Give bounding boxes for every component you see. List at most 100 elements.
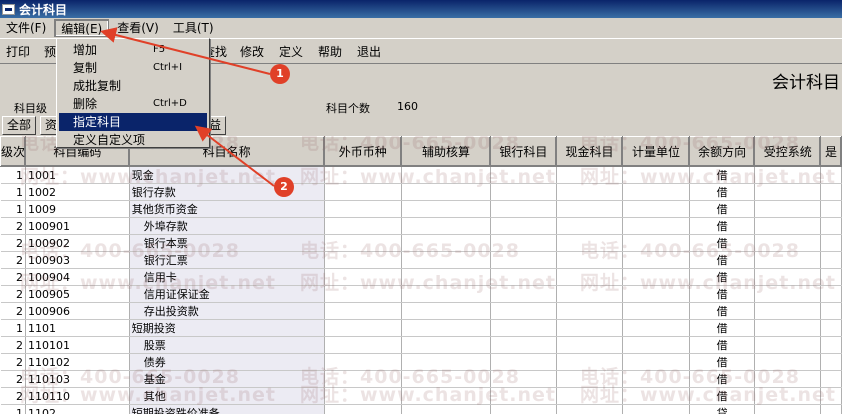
cell-direction[interactable]: 借 <box>689 336 756 354</box>
cell-level[interactable]: 2 <box>0 217 27 235</box>
cell-bank[interactable] <box>490 387 557 405</box>
cell-aux[interactable] <box>401 336 492 354</box>
menu-edit[interactable]: 编辑(E) <box>54 19 110 37</box>
cell-currency[interactable] <box>324 404 402 414</box>
cell-unit[interactable] <box>622 285 690 303</box>
cell-currency[interactable] <box>324 387 402 405</box>
cell-aux[interactable] <box>401 319 492 337</box>
cell-unit[interactable] <box>622 268 690 286</box>
cell-direction[interactable]: 贷 <box>689 404 756 414</box>
cell-controlled[interactable] <box>754 404 822 414</box>
cell-code[interactable]: 100903 <box>25 251 130 269</box>
cell-code[interactable]: 100906 <box>25 302 130 320</box>
cell-currency[interactable] <box>324 336 402 354</box>
menu-item-add[interactable]: 增加 F5 <box>59 41 207 59</box>
menu-item-delete[interactable]: 删除 Ctrl+D <box>59 95 207 113</box>
cell-extra[interactable] <box>820 336 842 354</box>
cell-level[interactable]: 2 <box>0 268 27 286</box>
cell-name[interactable]: 银行存款 <box>129 183 325 201</box>
table-row[interactable]: 2 110101 股票 借 <box>0 336 842 354</box>
cell-unit[interactable] <box>622 251 690 269</box>
cell-unit[interactable] <box>622 234 690 252</box>
cell-code[interactable]: 100902 <box>25 234 130 252</box>
cell-extra[interactable] <box>820 319 842 337</box>
cell-extra[interactable] <box>820 217 842 235</box>
cell-aux[interactable] <box>401 200 492 218</box>
cell-currency[interactable] <box>324 217 402 235</box>
cell-name[interactable]: 银行本票 <box>129 234 325 252</box>
table-row[interactable]: 1 1009 其他货币资金 借 <box>0 200 842 218</box>
cell-name[interactable]: 短期投资跌价准备 <box>129 404 325 414</box>
cell-level[interactable]: 2 <box>0 251 27 269</box>
cell-controlled[interactable] <box>754 200 822 218</box>
table-row[interactable]: 2 100903 银行汇票 借 <box>0 251 842 269</box>
col-header-bank[interactable]: 银行科目 <box>490 136 557 167</box>
cell-level[interactable]: 2 <box>0 353 27 371</box>
cell-extra[interactable] <box>820 268 842 286</box>
cell-code[interactable]: 110110 <box>25 387 130 405</box>
col-header-aux[interactable]: 辅助核算 <box>400 136 492 167</box>
cell-bank[interactable] <box>490 268 557 286</box>
cell-unit[interactable] <box>622 353 690 371</box>
cell-direction[interactable]: 借 <box>689 353 756 371</box>
cell-currency[interactable] <box>324 234 402 252</box>
menu-view[interactable]: 查看(V) <box>111 19 165 37</box>
cell-currency[interactable] <box>324 251 402 269</box>
cell-controlled[interactable] <box>754 336 822 354</box>
cell-level[interactable]: 2 <box>0 285 27 303</box>
cell-currency[interactable] <box>324 200 402 218</box>
cell-cash[interactable] <box>556 234 624 252</box>
cell-direction[interactable]: 借 <box>689 302 756 320</box>
cell-currency[interactable] <box>324 319 402 337</box>
cell-bank[interactable] <box>490 302 557 320</box>
cell-controlled[interactable] <box>754 285 822 303</box>
cell-cash[interactable] <box>556 217 624 235</box>
cell-name[interactable]: 其他 <box>129 387 325 405</box>
cell-level[interactable]: 1 <box>0 200 27 218</box>
cell-aux[interactable] <box>401 166 492 184</box>
cell-extra[interactable] <box>820 166 842 184</box>
cell-cash[interactable] <box>556 336 624 354</box>
menu-item-copy[interactable]: 复制 Ctrl+I <box>59 59 207 77</box>
cell-name[interactable]: 外埠存款 <box>129 217 325 235</box>
cell-extra[interactable] <box>820 183 842 201</box>
cell-aux[interactable] <box>401 404 492 414</box>
cell-controlled[interactable] <box>754 217 822 235</box>
table-row[interactable]: 1 1002 银行存款 借 <box>0 183 842 201</box>
cell-controlled[interactable] <box>754 353 822 371</box>
cell-cash[interactable] <box>556 166 624 184</box>
cell-extra[interactable] <box>820 353 842 371</box>
table-row[interactable]: 2 100904 信用卡 借 <box>0 268 842 286</box>
cell-controlled[interactable] <box>754 370 822 388</box>
cell-bank[interactable] <box>490 404 557 414</box>
cell-cash[interactable] <box>556 302 624 320</box>
cell-direction[interactable]: 借 <box>689 183 756 201</box>
cell-bank[interactable] <box>490 200 557 218</box>
cell-direction[interactable]: 借 <box>689 285 756 303</box>
cell-bank[interactable] <box>490 234 557 252</box>
cell-name[interactable]: 现金 <box>129 166 325 184</box>
cell-bank[interactable] <box>490 166 557 184</box>
cell-code[interactable]: 1001 <box>25 166 130 184</box>
menu-item-specify-subject[interactable]: 指定科目 <box>59 113 207 131</box>
col-header-unit[interactable]: 计量单位 <box>622 136 690 167</box>
cell-unit[interactable] <box>622 200 690 218</box>
cell-cash[interactable] <box>556 285 624 303</box>
cell-unit[interactable] <box>622 183 690 201</box>
cell-unit[interactable] <box>622 336 690 354</box>
cell-extra[interactable] <box>820 404 842 414</box>
cell-cash[interactable] <box>556 370 624 388</box>
cell-direction[interactable]: 借 <box>689 387 756 405</box>
cell-level[interactable]: 1 <box>0 404 27 414</box>
table-row[interactable]: 1 1101 短期投资 借 <box>0 319 842 337</box>
cell-unit[interactable] <box>622 387 690 405</box>
table-row[interactable]: 2 110103 基金 借 <box>0 370 842 388</box>
cell-unit[interactable] <box>622 404 690 414</box>
modify-button[interactable]: 修改 <box>240 43 264 61</box>
cell-controlled[interactable] <box>754 234 822 252</box>
cell-aux[interactable] <box>401 302 492 320</box>
cell-code[interactable]: 1101 <box>25 319 130 337</box>
cell-level[interactable]: 2 <box>0 370 27 388</box>
table-row[interactable]: 2 110110 其他 借 <box>0 387 842 405</box>
cell-currency[interactable] <box>324 166 402 184</box>
